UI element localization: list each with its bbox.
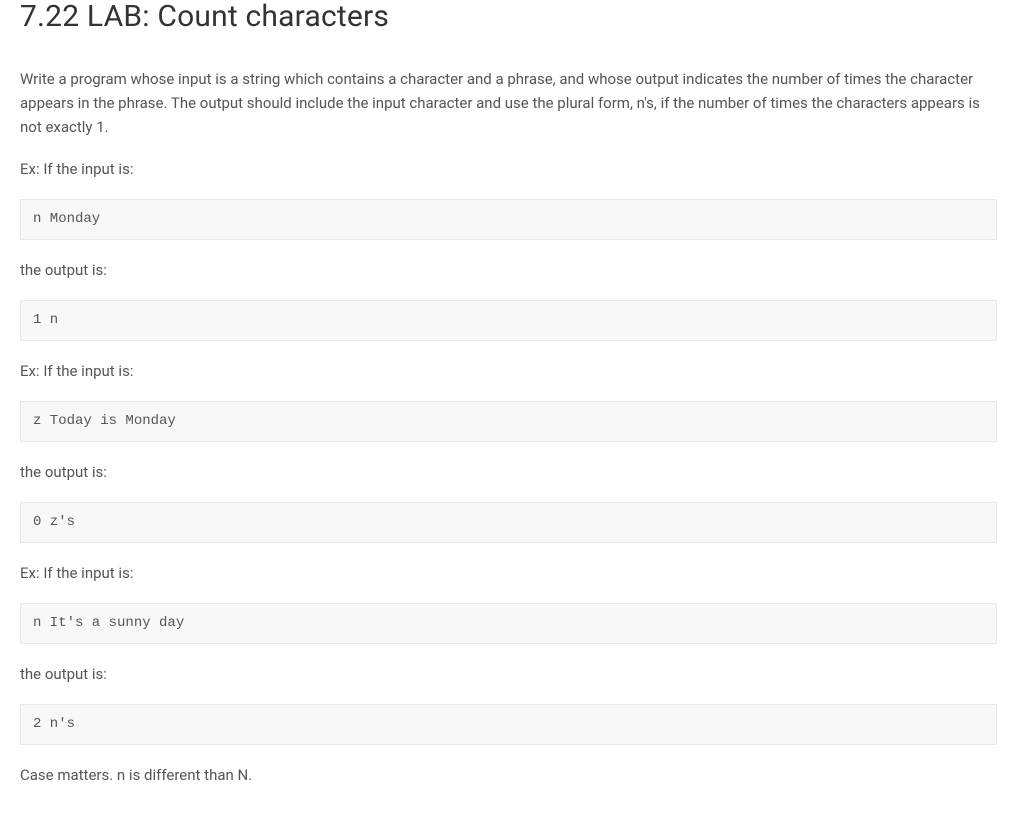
example-output-label: the output is:: [20, 258, 997, 282]
footer-note: Case matters. n is different than N.: [20, 763, 997, 787]
example-output-label: the output is:: [20, 460, 997, 484]
code-block-output: 2 n's: [20, 704, 997, 745]
intro-paragraph: Write a program whose input is a string …: [20, 67, 997, 139]
code-block-output: 1 n: [20, 300, 997, 341]
code-block-output: 0 z's: [20, 502, 997, 543]
example-input-label: Ex: If the input is:: [20, 359, 997, 383]
page-title: 7.22 LAB: Count characters: [20, 0, 997, 39]
code-block-input: z Today is Monday: [20, 401, 997, 442]
example-input-label: Ex: If the input is:: [20, 561, 997, 585]
example-input-label: Ex: If the input is:: [20, 157, 997, 181]
code-block-input: n Monday: [20, 199, 997, 240]
code-block-input: n It's a sunny day: [20, 603, 997, 644]
example-output-label: the output is:: [20, 662, 997, 686]
